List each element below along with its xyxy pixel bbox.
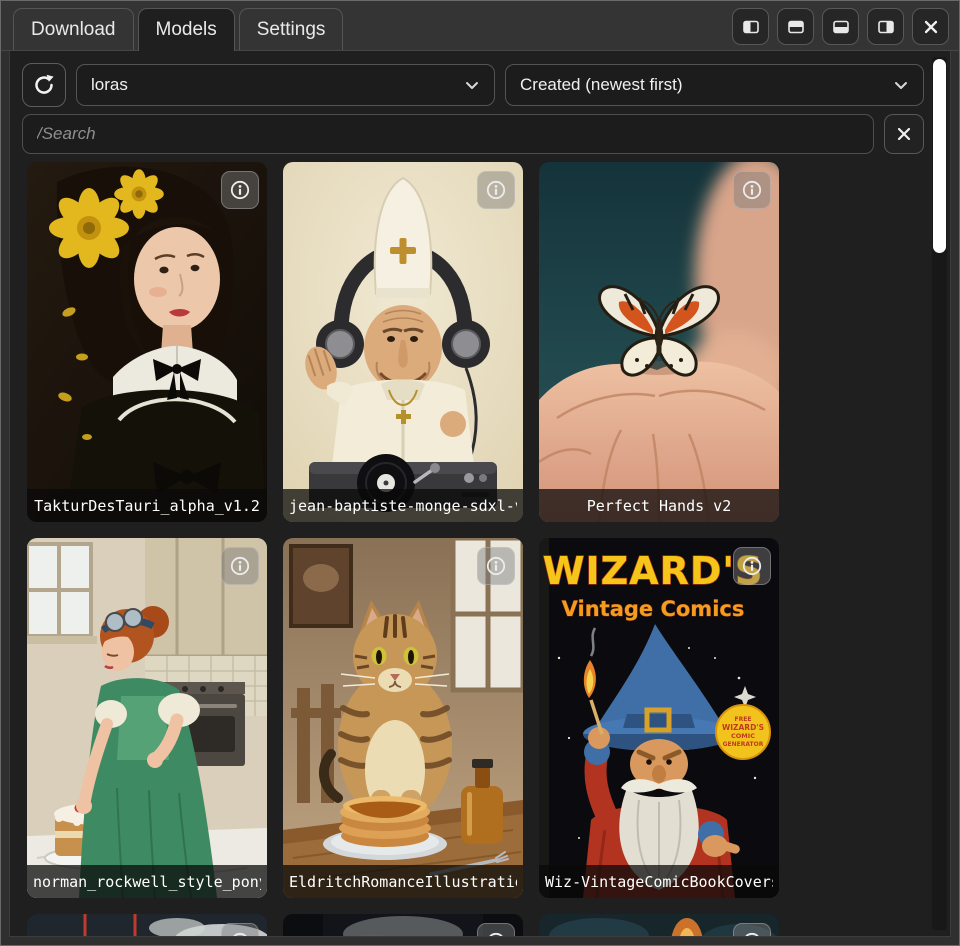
sort-select[interactable]: Created (newest first) [505, 64, 924, 106]
model-info-button[interactable] [221, 171, 259, 209]
tab-download[interactable]: Download [13, 8, 134, 50]
svg-text:COMIC: COMIC [731, 732, 755, 740]
dock-right-button[interactable] [867, 8, 904, 45]
chevron-down-icon [893, 77, 909, 93]
model-card-grid: TakturDesTauri_alpha_v1.2 [27, 162, 950, 937]
window-buttons [732, 8, 949, 45]
svg-text:WIZARD'S: WIZARD'S [722, 723, 764, 732]
refresh-button[interactable] [22, 63, 66, 107]
models-panel: loras Created (newest first) [9, 51, 951, 937]
model-browser-window: Download Models Settings [0, 0, 960, 946]
tab-models[interactable]: Models [138, 8, 235, 51]
model-card[interactable]: jean-baptiste-monge-sdxl-v1 [283, 162, 523, 522]
model-title-bar: TakturDesTauri_alpha_v1.2 [27, 489, 267, 522]
card-image-pope-dj-headphones-turntable [283, 162, 523, 522]
dock-left-icon [741, 17, 761, 37]
info-icon [485, 931, 507, 937]
dock-right-icon [876, 17, 896, 37]
scrollbar-thumb[interactable] [933, 59, 946, 253]
model-info-button[interactable] [733, 923, 771, 937]
model-title-bar: norman_rockwell_style_pony [27, 865, 267, 898]
dock-left-button[interactable] [732, 8, 769, 45]
model-card[interactable] [27, 914, 267, 937]
search-toolbar [22, 114, 924, 154]
model-card[interactable]: EldritchRomanceIllustration [283, 538, 523, 898]
model-type-select[interactable]: loras [76, 64, 495, 106]
chevron-down-icon [464, 77, 480, 93]
dock-bottom-icon [831, 17, 851, 37]
svg-text:FREE: FREE [735, 716, 752, 723]
model-card[interactable]: norman_rockwell_style_pony [27, 538, 267, 898]
model-info-button[interactable] [733, 547, 771, 585]
info-icon [741, 931, 763, 937]
model-title: EldritchRomanceIllustration [289, 873, 517, 891]
dock-bottom-button[interactable] [822, 8, 859, 45]
dock-top-icon [786, 17, 806, 37]
model-title: norman_rockwell_style_pony [33, 873, 261, 891]
card-image-oil-portrait-woman-yellow-flowers [27, 162, 267, 522]
model-card[interactable] [283, 914, 523, 937]
info-icon [229, 931, 251, 937]
model-info-button[interactable] [221, 547, 259, 585]
close-window-button[interactable] [912, 8, 949, 45]
tab-bar: Download Models Settings [1, 1, 959, 51]
card-image-tabby-cat-pancakes-table [283, 538, 523, 898]
search-input[interactable] [22, 114, 874, 154]
svg-text:GENERATOR: GENERATOR [723, 741, 764, 748]
cover-subtitle-text: Vintage Comics [562, 597, 745, 621]
info-icon [485, 179, 507, 201]
clear-icon [895, 125, 913, 143]
info-icon [485, 555, 507, 577]
scrollbar-track[interactable] [932, 57, 947, 930]
close-icon [921, 17, 941, 37]
info-icon [741, 179, 763, 201]
card-image-vintage-wizard-comic-cover: FREE WIZARD'S COMIC GENERATOR WIZARD'S V… [539, 538, 779, 898]
model-card[interactable]: Perfect Hands v2 [539, 162, 779, 522]
dock-top-button[interactable] [777, 8, 814, 45]
info-icon [229, 555, 251, 577]
model-info-button[interactable] [477, 171, 515, 209]
model-card[interactable]: TakturDesTauri_alpha_v1.2 [27, 162, 267, 522]
model-card[interactable]: FREE WIZARD'S COMIC GENERATOR WIZARD'S V… [539, 538, 779, 898]
model-title: Wiz-VintageComicBookCovers [545, 873, 773, 891]
card-image-woman-decorating-cake-kitchen [27, 538, 267, 898]
info-icon [741, 555, 763, 577]
filter-toolbar: loras Created (newest first) [22, 63, 924, 107]
clear-search-button[interactable] [884, 114, 924, 154]
model-info-button[interactable] [477, 547, 515, 585]
refresh-icon [32, 73, 56, 97]
model-title: jean-baptiste-monge-sdxl-v1 [289, 497, 517, 515]
model-title: TakturDesTauri_alpha_v1.2 [34, 497, 260, 515]
info-icon [229, 179, 251, 201]
model-title-bar: jean-baptiste-monge-sdxl-v1 [283, 489, 523, 522]
model-info-button[interactable] [733, 171, 771, 209]
model-title: Perfect Hands v2 [587, 497, 732, 515]
model-title-bar: Perfect Hands v2 [539, 489, 779, 522]
cover-title-text: WIZARD'S [543, 549, 764, 593]
model-title-bar: Wiz-VintageComicBookCovers [539, 865, 779, 898]
tab-settings[interactable]: Settings [239, 8, 344, 50]
model-title-bar: EldritchRomanceIllustration [283, 865, 523, 898]
model-info-button[interactable] [477, 923, 515, 937]
card-image-butterfly-on-open-palms [539, 162, 779, 522]
model-card[interactable] [539, 914, 779, 937]
model-info-button[interactable] [221, 923, 259, 937]
